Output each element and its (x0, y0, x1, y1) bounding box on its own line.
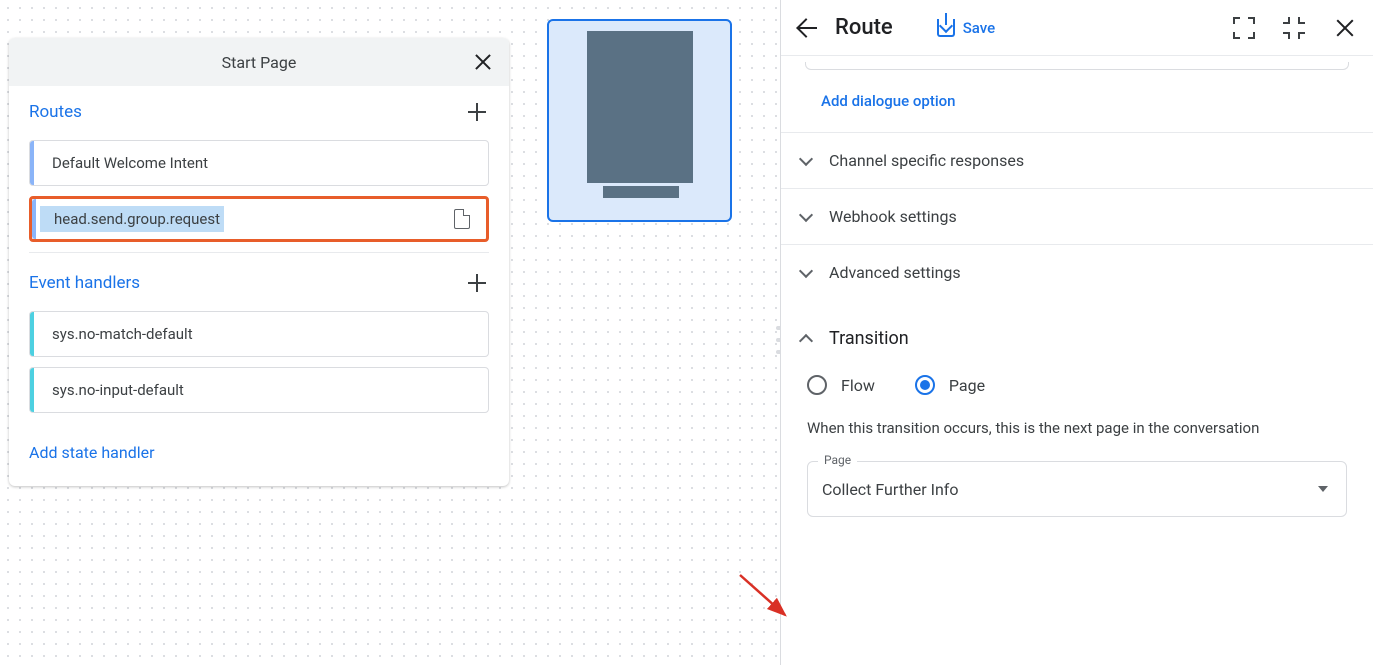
add-event-handler-button[interactable] (465, 271, 489, 295)
channel-responses-section[interactable]: Channel specific responses (781, 132, 1373, 188)
fullscreen-icon[interactable] (1233, 17, 1255, 39)
chevron-down-icon (799, 151, 813, 165)
add-dialogue-option-link[interactable]: Add dialogue option (781, 70, 1373, 132)
flow-canvas[interactable]: Start Page Routes Default Welcome Intent… (0, 0, 780, 665)
webhook-settings-section[interactable]: Webhook settings (781, 188, 1373, 244)
previous-card-edge (805, 62, 1349, 70)
route-side-panel: Route Save Add dialogue option Channel s… (780, 0, 1373, 665)
route-label: head.send.group.request (54, 210, 220, 228)
route-item[interactable]: Default Welcome Intent (29, 140, 489, 186)
radio-icon (807, 375, 827, 395)
divider (29, 252, 489, 253)
save-icon (937, 19, 955, 37)
advanced-settings-section[interactable]: Advanced settings (781, 244, 1373, 300)
event-handlers-label[interactable]: Event handlers (29, 273, 140, 293)
section-label: Webhook settings (829, 207, 957, 226)
select-floating-label: Page (818, 453, 857, 467)
start-page-panel: Start Page Routes Default Welcome Intent… (9, 38, 509, 486)
radio-page-label: Page (949, 376, 985, 395)
panel-title: Route (835, 15, 893, 40)
close-icon[interactable] (469, 48, 497, 76)
event-handlers-section-header: Event handlers (9, 257, 509, 301)
transition-description: When this transition occurs, this is the… (801, 413, 1353, 461)
start-page-header: Start Page (9, 38, 509, 86)
chevron-up-icon (799, 333, 813, 347)
route-item-selected[interactable]: head.send.group.request (29, 196, 489, 242)
save-label: Save (963, 19, 995, 37)
add-state-handler-link[interactable]: Add state handler (9, 423, 509, 486)
transition-section: Transition Flow Page When this transitio… (781, 300, 1373, 527)
dropdown-caret-icon (1318, 486, 1328, 492)
back-arrow-icon[interactable] (797, 16, 821, 40)
route-accent (32, 199, 36, 239)
section-label: Advanced settings (829, 263, 961, 282)
start-page-title: Start Page (222, 53, 297, 72)
event-handler-item[interactable]: sys.no-match-default (29, 311, 489, 357)
flow-node[interactable] (547, 19, 732, 222)
flow-node-body (587, 31, 693, 183)
radio-icon (915, 375, 935, 395)
page-icon (454, 209, 470, 229)
side-panel-header: Route Save (781, 0, 1373, 56)
radio-page[interactable]: Page (915, 375, 985, 395)
radio-flow-label: Flow (841, 376, 875, 395)
transition-title: Transition (829, 328, 909, 349)
chevron-down-icon (799, 207, 813, 221)
event-handler-item[interactable]: sys.no-input-default (29, 367, 489, 413)
routes-label[interactable]: Routes (29, 102, 82, 122)
save-button[interactable]: Save (937, 19, 995, 37)
add-route-button[interactable] (465, 100, 489, 124)
flow-node-foot (603, 186, 679, 198)
routes-section-header: Routes (9, 86, 509, 130)
transition-header[interactable]: Transition (801, 310, 1353, 363)
event-handler-label: sys.no-match-default (34, 325, 193, 343)
select-value: Collect Further Info (822, 480, 958, 499)
event-handler-label: sys.no-input-default (34, 381, 184, 399)
transition-target-radio-group: Flow Page (801, 363, 1353, 413)
chevron-down-icon (799, 263, 813, 277)
radio-flow[interactable]: Flow (807, 375, 875, 395)
side-panel-body: Add dialogue option Channel specific res… (781, 62, 1373, 547)
route-label: Default Welcome Intent (34, 154, 208, 172)
section-label: Channel specific responses (829, 151, 1024, 170)
fullscreen-exit-icon[interactable] (1283, 17, 1305, 39)
transition-page-select[interactable]: Page Collect Further Info (807, 461, 1347, 517)
close-panel-icon[interactable] (1333, 16, 1357, 40)
